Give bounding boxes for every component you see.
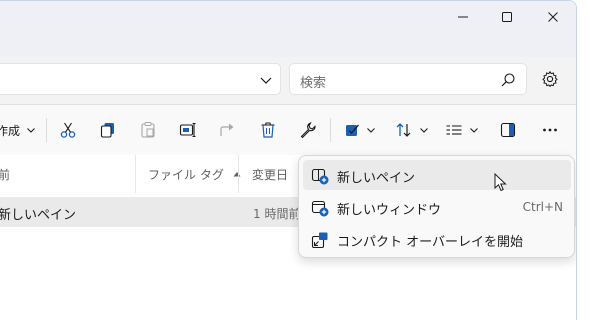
gear-icon (542, 70, 558, 88)
sort-button[interactable] (390, 117, 434, 143)
compact-overlay-icon (311, 232, 328, 249)
rename-button[interactable] (174, 117, 202, 143)
chevron-down-icon (27, 128, 35, 133)
new-button[interactable]: 作成 (0, 119, 36, 141)
chevron-down-icon[interactable] (258, 72, 274, 88)
column-header-tags[interactable]: ファイル タグ (148, 155, 242, 193)
new-window-icon (311, 200, 329, 217)
checkbox-icon (346, 124, 359, 136)
chevron-down-icon (367, 128, 375, 133)
menu-item-label: 新しいペイン (337, 171, 416, 186)
title-bar (0, 1, 576, 57)
more-icon (543, 128, 557, 132)
menu-item-new-window[interactable]: 新しいウィンドウ Ctrl+N (303, 192, 571, 222)
close-icon (548, 12, 558, 22)
trash-icon (261, 122, 275, 138)
delete-button[interactable] (254, 117, 282, 143)
cut-icon (60, 122, 76, 138)
share-button[interactable] (214, 117, 242, 143)
search-placeholder: 検索 (300, 76, 327, 91)
list-view-icon (446, 125, 462, 135)
column-separator[interactable] (238, 155, 239, 193)
mouse-cursor-icon (494, 173, 507, 192)
menu-item-label: コンパクト オーバーレイを開始 (337, 235, 524, 250)
search-icon (501, 73, 515, 87)
minimize-button[interactable] (440, 1, 486, 33)
wrench-icon (300, 122, 316, 139)
search-box[interactable]: 検索 (289, 63, 527, 95)
share-icon (220, 123, 234, 136)
see-more-button[interactable] (536, 117, 564, 143)
chevron-down-icon (420, 128, 428, 133)
paste-button[interactable] (134, 117, 162, 143)
copy-icon (100, 123, 114, 138)
address-bar[interactable] (0, 63, 281, 95)
paste-icon (141, 122, 155, 138)
sort-ascending-icon (233, 172, 241, 177)
more-options-menu: 新しいペイン 新しいウィンドウ Ctrl+N コンパクト オーバーレイを開始 (298, 155, 575, 258)
select-button[interactable] (338, 117, 382, 143)
column-header-modified[interactable]: 変更日 (252, 155, 288, 193)
column-header-name-label: 前 (0, 166, 10, 183)
new-pane-icon (311, 168, 329, 185)
desktop-background (577, 0, 590, 320)
details-pane-icon (500, 122, 516, 138)
menu-item-new-pane[interactable]: 新しいペイン (303, 160, 571, 190)
menu-item-compact-overlay[interactable]: コンパクト オーバーレイを開始 (303, 224, 571, 254)
rename-icon (179, 123, 196, 137)
file-explorer-window: 検索 作成 (0, 0, 577, 320)
separator (46, 118, 47, 142)
view-button[interactable] (440, 117, 484, 143)
new-button-label: 作成 (0, 123, 21, 138)
menu-item-shortcut: Ctrl+N (522, 200, 563, 214)
column-header-modified-label: 変更日 (252, 167, 289, 182)
sort-icon (396, 123, 411, 137)
settings-button[interactable] (536, 65, 564, 93)
row-modified: 1 時間前 (253, 207, 301, 221)
cut-button[interactable] (54, 117, 82, 143)
minimize-icon (458, 16, 468, 18)
menu-item-label: 新しいウィンドウ (337, 203, 442, 218)
maximize-button[interactable] (484, 1, 530, 33)
close-button[interactable] (530, 1, 576, 33)
command-bar: 作成 (0, 105, 576, 155)
details-pane-button[interactable] (494, 117, 522, 143)
column-header-name[interactable]: 前 (0, 155, 10, 193)
maximize-icon (502, 12, 512, 22)
column-separator[interactable] (135, 155, 136, 193)
row-name: 新しいペイン (0, 208, 77, 223)
chevron-down-icon (470, 128, 478, 133)
column-header-tags-label: ファイル タグ (148, 167, 224, 182)
separator (330, 118, 331, 142)
copy-button[interactable] (94, 117, 122, 143)
properties-button[interactable] (294, 117, 322, 143)
